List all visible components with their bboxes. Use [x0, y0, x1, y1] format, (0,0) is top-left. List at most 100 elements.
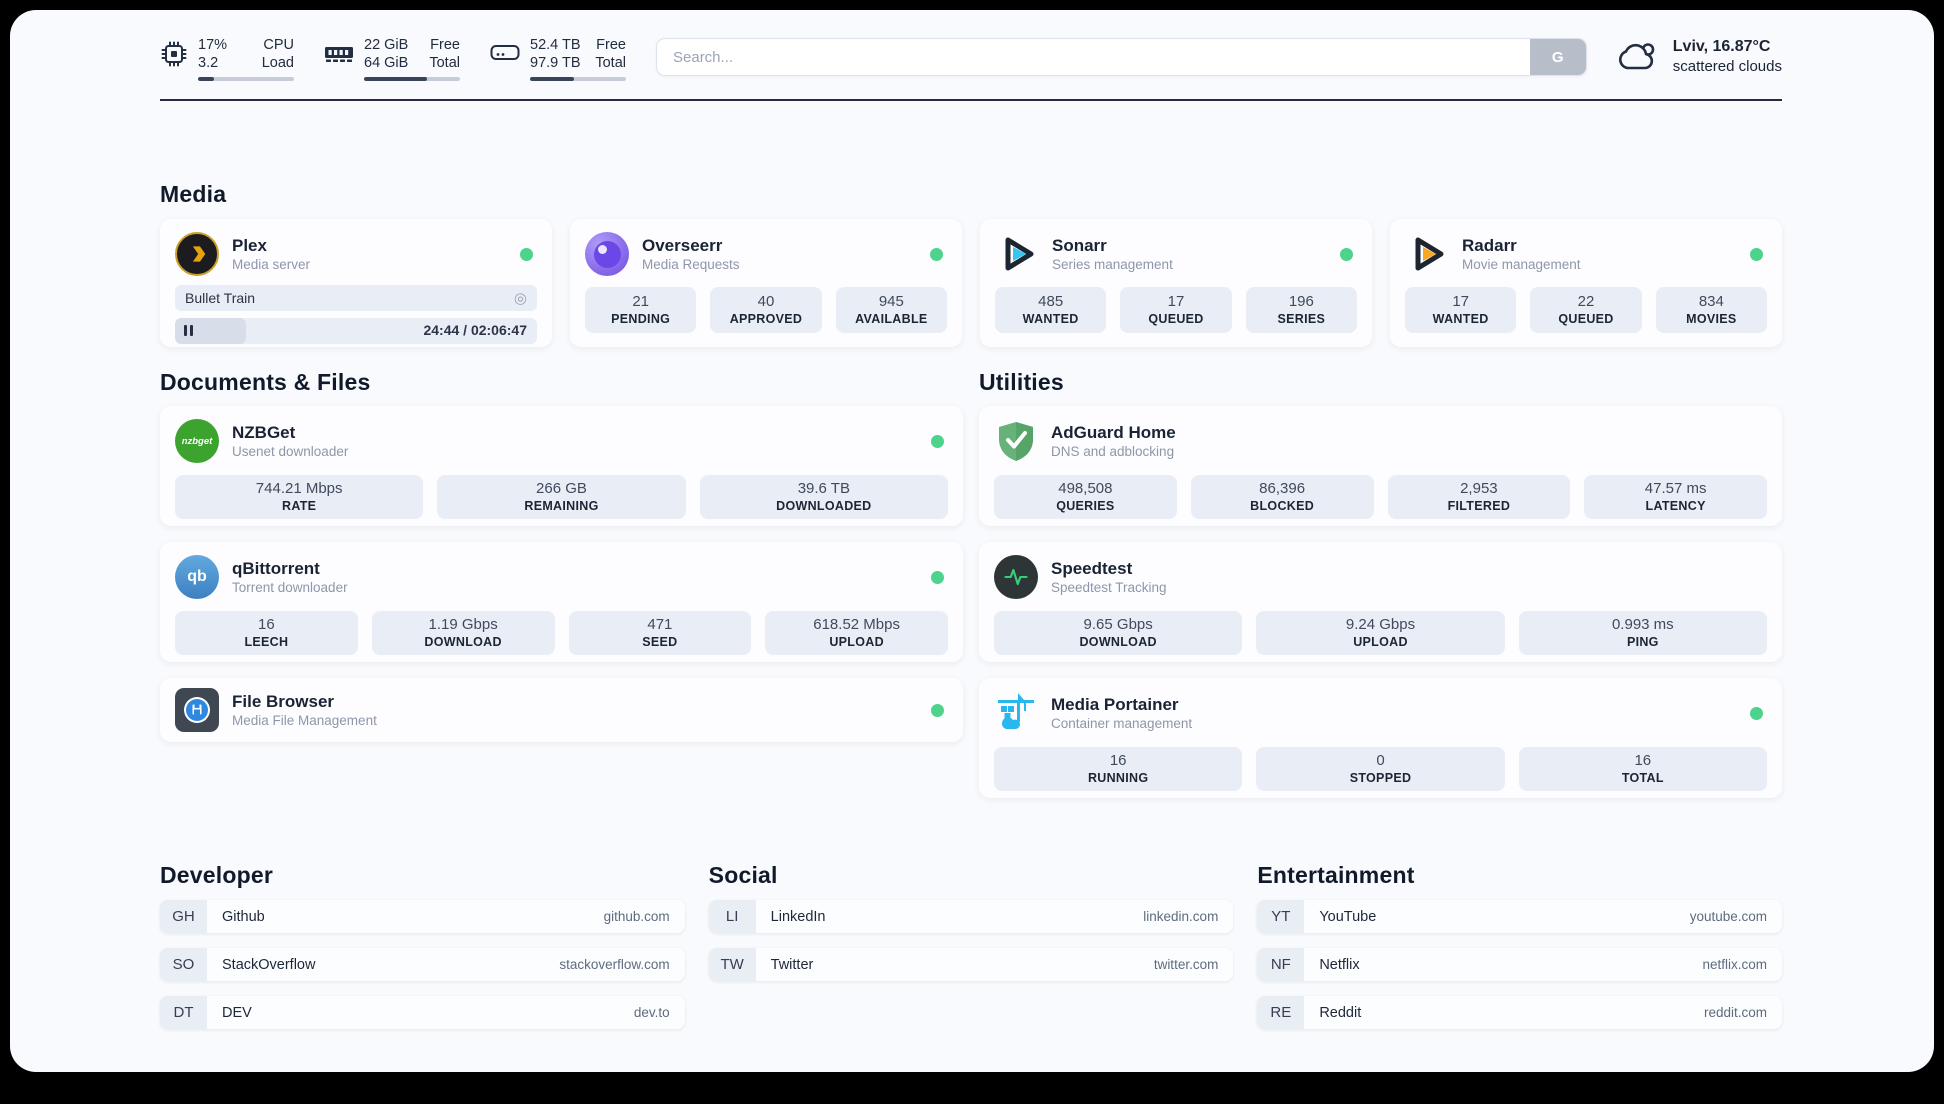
- search-input[interactable]: [657, 39, 1530, 75]
- app-description: Speedtest Tracking: [1051, 579, 1167, 595]
- status-dot: [931, 570, 944, 584]
- app-description: Container management: [1051, 715, 1193, 731]
- stat-box: 945 AVAILABLE: [835, 287, 947, 333]
- bookmark-youtube[interactable]: YT YouTube youtube.com: [1257, 900, 1782, 933]
- bookmark-url: netflix.com: [1702, 957, 1767, 972]
- stat-box: 86,396 BLOCKED: [1190, 475, 1374, 519]
- stat-box: 17 WANTED: [1405, 287, 1517, 333]
- bookmark-dev[interactable]: DT DEV dev.to: [160, 996, 685, 1029]
- overseerr-card[interactable]: Overseerr Media Requests 21 PENDING 40 APP…: [570, 219, 962, 347]
- stat-box: 39.6 TB DOWNLOADED: [699, 475, 948, 519]
- bookmark-url: reddit.com: [1703, 1005, 1767, 1020]
- cloud-icon: [1618, 42, 1655, 69]
- status-dot: [1750, 247, 1763, 261]
- memory-total-value: 64 GiB: [364, 55, 409, 71]
- search-bar: G: [656, 38, 1587, 76]
- radarr-icon: [1405, 232, 1449, 276]
- bookmark-url: stackoverflow.com: [559, 957, 670, 972]
- nzbget-card[interactable]: nzbget NZBGet Usenet downloader 744.21 M…: [160, 406, 963, 526]
- app-name: Media Portainer: [1051, 694, 1179, 714]
- stat-box: 618.52 Mbps UPLOAD: [765, 611, 948, 655]
- sonarr-icon: [995, 232, 1039, 276]
- documents-column: nzbget NZBGet Usenet downloader 744.21 M…: [160, 406, 963, 798]
- cpu-icon: [161, 41, 187, 67]
- bookmark-abbr: RE: [1257, 996, 1305, 1029]
- filebrowser-icon: [175, 688, 219, 732]
- cpu-label: CPU: [263, 37, 294, 53]
- plex-icon: [175, 232, 219, 276]
- cpu-progress-bar: [198, 77, 294, 81]
- qbittorrent-card[interactable]: qb qBittorrent Torrent downloader 16 LEEC…: [160, 542, 963, 662]
- bookmark-twitter[interactable]: TW Twitter twitter.com: [708, 948, 1234, 981]
- status-dot: [520, 247, 533, 261]
- stat-box: 2,953 FILTERED: [1387, 475, 1571, 519]
- app-name: qBittorrent: [232, 558, 320, 578]
- stat-box: 40 APPROVED: [710, 287, 822, 333]
- stat-box: 485 WANTED: [995, 287, 1107, 333]
- search-engine-button[interactable]: G: [1529, 39, 1586, 75]
- app-name: Radarr: [1462, 235, 1517, 255]
- plex-card[interactable]: Plex Media server Bullet Train ◎ 24:44 /…: [160, 219, 552, 347]
- sonarr-card[interactable]: Sonarr Series management 485 WANTED 17 QUE…: [980, 219, 1372, 347]
- bookmark-github[interactable]: GH Github github.com: [160, 900, 685, 933]
- bookmark-name: DEV: [222, 1004, 252, 1021]
- status-dot: [930, 247, 943, 261]
- status-dot: [931, 703, 944, 717]
- bookmark-abbr: GH: [160, 900, 207, 933]
- bookmark-name: YouTube: [1319, 908, 1377, 925]
- memory-total-label: Total: [429, 55, 460, 71]
- speedtest-icon: [994, 555, 1038, 599]
- stat-box: 22 QUEUED: [1530, 287, 1642, 333]
- portainer-icon: [994, 691, 1038, 735]
- now-playing-title: Bullet Train: [185, 290, 256, 306]
- disk-free-label: Free: [596, 37, 626, 53]
- disk-stat: 52.4 TB Free 97.9 TB Total: [490, 36, 626, 81]
- app-description: Media Requests: [642, 256, 740, 272]
- portainer-card[interactable]: Media Portainer Container management 16 R…: [979, 678, 1782, 798]
- filebrowser-card[interactable]: File Browser Media File Management: [160, 678, 963, 742]
- stat-box: 9.65 Gbps DOWNLOAD: [994, 611, 1243, 655]
- memory-free-label: Free: [430, 37, 460, 53]
- app-name: NZBGet: [232, 422, 296, 442]
- bookmark-name: Reddit: [1319, 1004, 1362, 1021]
- app-name: File Browser: [232, 691, 335, 711]
- cpu-usage-value: 17%: [198, 37, 228, 53]
- bookmark-abbr: DT: [160, 996, 207, 1029]
- app-name: AdGuard Home: [1051, 422, 1176, 442]
- stat-box: 834 MOVIES: [1655, 287, 1767, 333]
- section-title-developer: Developer: [160, 862, 274, 888]
- bookmark-abbr: TW: [708, 948, 756, 981]
- section-title-entertainment: Entertainment: [1257, 862, 1415, 888]
- social-bookmarks: LI LinkedIn linkedin.com TW Twitter twit…: [708, 900, 1234, 1029]
- app-name: Plex: [232, 235, 267, 255]
- overseerr-icon: [585, 232, 629, 276]
- bookmark-netflix[interactable]: NF Netflix netflix.com: [1257, 948, 1782, 981]
- speedtest-card[interactable]: Speedtest Speedtest Tracking 9.65 Gbps DO…: [979, 542, 1782, 662]
- media-session-icon: ◎: [513, 289, 527, 307]
- stat-box: 498,508 QUERIES: [994, 475, 1177, 519]
- bookmark-url: linkedin.com: [1143, 909, 1219, 924]
- app-description: Movie management: [1462, 256, 1581, 272]
- bookmark-name: StackOverflow: [222, 956, 316, 973]
- bookmark-linkedin[interactable]: LI LinkedIn linkedin.com: [708, 900, 1234, 933]
- bookmark-url: dev.to: [633, 1005, 670, 1020]
- utilities-column: AdGuard Home DNS and adblocking 498,508 Q…: [979, 406, 1782, 798]
- disk-icon: [490, 45, 520, 60]
- now-playing-row: Bullet Train ◎: [175, 285, 537, 311]
- bookmark-reddit[interactable]: RE Reddit reddit.com: [1257, 996, 1782, 1029]
- radarr-card[interactable]: Radarr Movie management 17 WANTED 22 QUEUE…: [1390, 219, 1782, 347]
- stat-box: 17 QUEUED: [1120, 287, 1232, 333]
- stat-box: 9.24 Gbps UPLOAD: [1256, 611, 1505, 655]
- cpu-load-label: Load: [261, 55, 294, 71]
- stat-box: 744.21 Mbps RATE: [175, 475, 424, 519]
- bookmark-abbr: LI: [708, 900, 756, 933]
- stat-box: 1.19 Gbps DOWNLOAD: [371, 611, 555, 655]
- app-name: Speedtest: [1051, 558, 1133, 578]
- adguard-icon: [994, 419, 1038, 463]
- bookmark-stackoverflow[interactable]: SO StackOverflow stackoverflow.com: [160, 948, 685, 981]
- adguard-card[interactable]: AdGuard Home DNS and adblocking 498,508 Q…: [979, 406, 1782, 526]
- status-dot: [1750, 706, 1763, 720]
- stat-box: 0 STOPPED: [1256, 747, 1505, 791]
- header-divider: [160, 99, 1782, 101]
- stat-box: 196 SERIES: [1245, 287, 1357, 333]
